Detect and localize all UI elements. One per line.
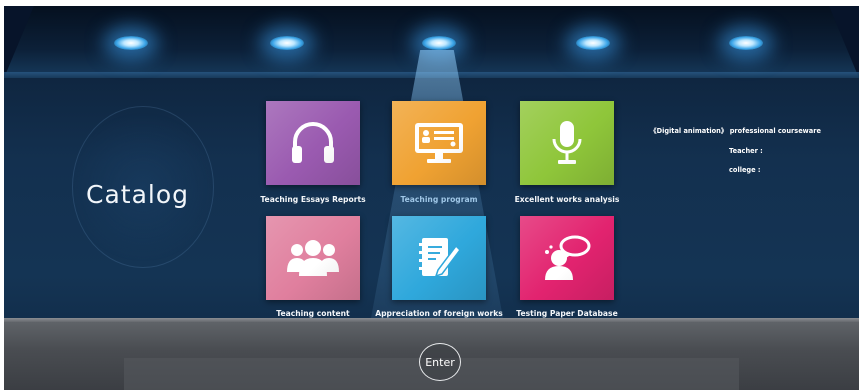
teacher-label: Teacher : — [729, 147, 763, 155]
ceiling-light-icon — [729, 36, 763, 50]
tile-appreciation-of-foreign-works[interactable] — [392, 216, 486, 300]
course-title: 《Digital animation》 professional coursew… — [650, 127, 821, 135]
tile-testing-paper-database[interactable] — [520, 216, 614, 300]
frame-left — [0, 0, 4, 390]
right-wall — [829, 6, 859, 78]
tile-excellent-works-analysis[interactable] — [520, 101, 614, 185]
tile-label: Appreciation of foreign works — [375, 309, 503, 318]
headphones-icon — [292, 122, 334, 163]
tile-label: Teaching program — [400, 195, 478, 204]
ceiling-light-icon — [422, 36, 456, 50]
ceiling-light-icon — [576, 36, 610, 50]
tile-teaching-program[interactable] — [392, 101, 486, 185]
users-icon — [287, 240, 339, 276]
ceiling-light-icon — [270, 36, 304, 50]
notebook-pen-icon — [419, 238, 461, 278]
monitor-icon — [415, 123, 463, 163]
tile-label: Teaching Essays Reports — [260, 195, 366, 204]
courseware-screen: Catalog Teaching Essays Reports Teaching… — [0, 0, 863, 390]
frame-right — [859, 0, 863, 390]
left-wall — [4, 6, 34, 78]
microphone-icon — [552, 121, 582, 164]
stage-room: Catalog Teaching Essays Reports Teaching… — [4, 6, 859, 390]
tile-label: Teaching content — [276, 309, 350, 318]
catalog-title: Catalog — [86, 180, 190, 209]
tile-label: Excellent works analysis — [514, 195, 620, 204]
enter-button[interactable]: Enter — [419, 343, 461, 381]
ceiling-light-icon — [114, 36, 148, 50]
tile-teaching-essays-reports[interactable] — [266, 101, 360, 185]
tile-teaching-content[interactable] — [266, 216, 360, 300]
college-label: college : — [729, 166, 761, 174]
frame-top — [0, 0, 863, 6]
tile-label: Testing Paper Database — [516, 309, 618, 318]
user-chat-icon — [545, 235, 591, 280]
